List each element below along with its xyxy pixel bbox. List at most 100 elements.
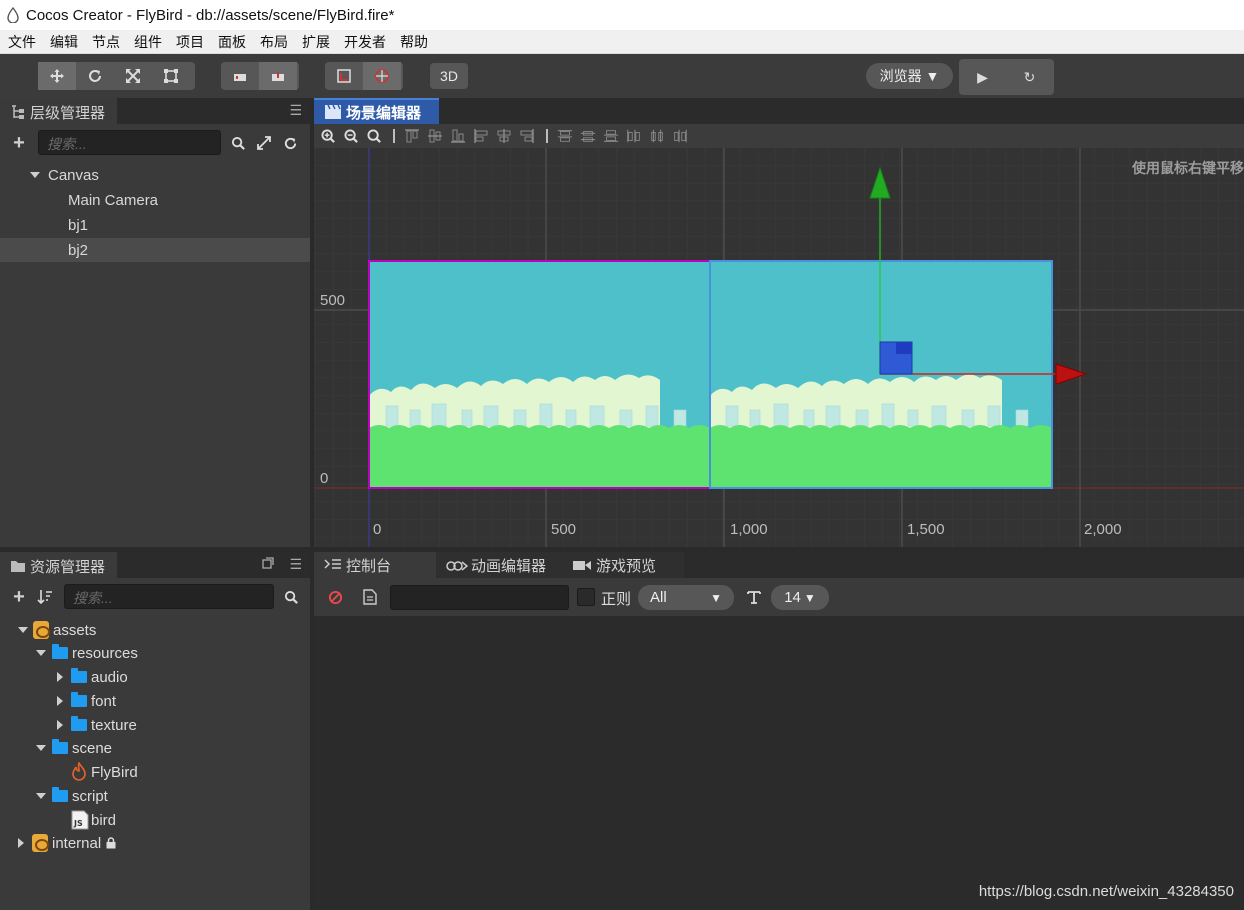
align-top-icon[interactable] — [404, 128, 420, 144]
menu-extension[interactable]: 扩展 — [302, 32, 330, 52]
asset-label: FlyBird — [91, 763, 138, 781]
hierarchy-tab[interactable]: 层级管理器 — [0, 98, 118, 124]
font-size-select[interactable]: 14 ▼ — [771, 585, 829, 610]
align-left-icon[interactable] — [473, 128, 489, 144]
refresh-button[interactable]: ↻ — [1006, 59, 1053, 95]
center-button[interactable] — [259, 62, 297, 90]
play-controls: ▶ ↻ — [959, 59, 1054, 95]
asset-font[interactable]: font — [57, 690, 116, 712]
align-bottom-icon[interactable] — [450, 128, 466, 144]
menu-file[interactable]: 文件 — [8, 32, 36, 52]
rect-tool-button[interactable] — [152, 62, 190, 90]
search-icon[interactable] — [229, 134, 247, 152]
asset-audio[interactable]: audio — [57, 666, 128, 688]
menu-edit[interactable]: 编辑 — [50, 32, 78, 52]
tab-game-preview[interactable]: 游戏预览 — [562, 552, 684, 578]
hamburger-menu-icon[interactable]: ☰ — [289, 556, 302, 573]
preview-platform-select[interactable]: 浏览器 ▼ — [866, 63, 953, 89]
pivot-button[interactable] — [221, 62, 259, 90]
menu-project[interactable]: 项目 — [176, 32, 204, 52]
asset-label: bird — [91, 811, 117, 829]
hierarchy-search-input[interactable]: 搜索... — [38, 130, 221, 155]
asset-internal[interactable]: internal — [18, 832, 117, 854]
zoom-reset-icon[interactable] — [366, 128, 382, 144]
add-asset-icon[interactable]: + — [10, 586, 28, 608]
distribute-left-icon[interactable] — [626, 128, 642, 144]
popout-icon[interactable] — [262, 556, 274, 572]
expand-all-icon[interactable] — [255, 134, 273, 152]
hamburger-menu-icon[interactable]: ☰ — [289, 102, 302, 119]
caret-right-icon[interactable] — [57, 720, 63, 730]
console-filter-input[interactable] — [390, 585, 569, 610]
log-file-icon[interactable] — [363, 589, 377, 605]
rect-icon — [164, 69, 178, 83]
menu-node[interactable]: 节点 — [92, 32, 120, 52]
3d-mode-button[interactable]: 3D — [430, 63, 468, 89]
distribute-bottom-icon[interactable] — [603, 128, 619, 144]
tree-node-bj2[interactable]: bj2 — [0, 238, 310, 262]
asset-assets[interactable]: assets — [18, 619, 96, 641]
asset-scene[interactable]: scene — [36, 737, 112, 759]
asset-resources[interactable]: resources — [36, 642, 138, 664]
x-axis-label: 500 — [551, 521, 577, 538]
asset-texture[interactable]: texture — [57, 714, 137, 736]
distribute-v-center-icon[interactable] — [580, 128, 596, 144]
add-node-icon[interactable]: + — [10, 132, 28, 154]
caret-right-icon[interactable] — [57, 672, 63, 682]
asset-bird-script[interactable]: JS bird — [71, 809, 116, 831]
distribute-h-center-icon[interactable] — [649, 128, 665, 144]
rotate-tool-button[interactable] — [76, 62, 114, 90]
log-level-select[interactable]: All ▼ — [638, 585, 734, 610]
tree-node-bj1[interactable]: bj1 — [0, 213, 310, 237]
asset-flybird-scene[interactable]: FlyBird — [70, 761, 138, 783]
distribute-top-icon[interactable] — [557, 128, 573, 144]
zoom-in-icon[interactable] — [320, 128, 336, 144]
console-output[interactable] — [314, 616, 1244, 910]
caret-down-icon[interactable] — [36, 793, 46, 799]
tree-node-canvas[interactable]: Canvas — [0, 163, 310, 187]
move-tool-button[interactable] — [38, 62, 76, 90]
align-v-center-icon[interactable] — [427, 128, 443, 144]
assets-search-input[interactable]: 搜索... — [64, 584, 274, 609]
caret-right-icon[interactable] — [18, 838, 24, 848]
scale-tool-button[interactable] — [114, 62, 152, 90]
y-axis-label: 0 — [320, 470, 329, 487]
tree-node-main-camera[interactable]: Main Camera — [0, 188, 310, 212]
caret-right-icon[interactable] — [57, 696, 63, 706]
scene-viewport[interactable]: 使用鼠标右键平移 500 0 0 500 1,000 1,500 2,000 — [314, 148, 1244, 547]
tab-console[interactable]: 控制台 — [314, 552, 436, 578]
sort-icon[interactable] — [36, 588, 54, 606]
pivot-tool-group — [221, 62, 299, 90]
caret-down-icon[interactable] — [30, 172, 40, 178]
play-button[interactable]: ▶ — [959, 59, 1006, 95]
caret-down-icon[interactable] — [36, 745, 46, 751]
distribute-right-icon[interactable] — [672, 128, 688, 144]
database-icon — [32, 834, 49, 852]
menu-help[interactable]: 帮助 — [400, 32, 428, 52]
bj1-sprite[interactable] — [368, 260, 711, 489]
database-icon — [33, 621, 50, 639]
align-h-center-icon[interactable] — [496, 128, 512, 144]
tab-animation-editor[interactable]: 动画编辑器 — [436, 552, 562, 578]
global-coord-button[interactable] — [363, 62, 401, 90]
asset-script[interactable]: script — [36, 785, 108, 807]
clear-console-icon[interactable] — [328, 590, 343, 605]
menu-developer[interactable]: 开发者 — [344, 32, 386, 52]
local-coord-button[interactable] — [325, 62, 363, 90]
menu-layout[interactable]: 布局 — [260, 32, 288, 52]
zoom-out-icon[interactable] — [343, 128, 359, 144]
scene-editor-tab[interactable]: 场景编辑器 — [314, 98, 439, 124]
regex-checkbox[interactable] — [577, 588, 595, 606]
refresh-icon[interactable] — [281, 134, 299, 152]
menu-panel[interactable]: 面板 — [218, 32, 246, 52]
search-icon[interactable] — [282, 588, 300, 606]
tree-node-label: Main Camera — [68, 191, 159, 209]
caret-down-icon[interactable] — [18, 627, 28, 633]
local-icon — [337, 69, 351, 83]
assets-tab[interactable]: 资源管理器 — [0, 552, 118, 578]
tree-node-label: bj2 — [68, 241, 89, 259]
caret-down-icon[interactable] — [36, 650, 46, 656]
align-right-icon[interactable] — [519, 128, 535, 144]
font-size-value: 14 — [784, 589, 801, 606]
menu-component[interactable]: 组件 — [134, 32, 162, 52]
